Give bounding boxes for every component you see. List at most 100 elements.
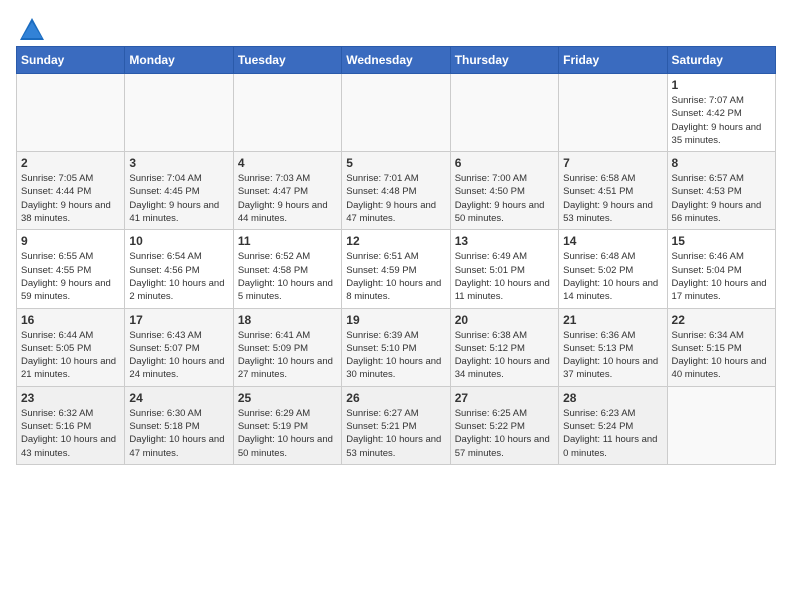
day-number: 22 <box>672 313 771 327</box>
calendar-cell: 1 Sunrise: 7:07 AM Sunset: 4:42 PM Daylig… <box>667 74 775 152</box>
calendar-cell: 13 Sunrise: 6:49 AM Sunset: 5:01 PM Dayli… <box>450 230 558 308</box>
day-info: Sunrise: 6:34 AM Sunset: 5:15 PM Dayligh… <box>672 329 771 382</box>
calendar-header-row: SundayMondayTuesdayWednesdayThursdayFrid… <box>17 47 776 74</box>
day-info: Sunrise: 6:54 AM Sunset: 4:56 PM Dayligh… <box>129 250 228 303</box>
calendar-cell: 22 Sunrise: 6:34 AM Sunset: 5:15 PM Dayli… <box>667 308 775 386</box>
day-number: 6 <box>455 156 554 170</box>
calendar-cell: 16 Sunrise: 6:44 AM Sunset: 5:05 PM Dayli… <box>17 308 125 386</box>
col-header-monday: Monday <box>125 47 233 74</box>
calendar-cell: 21Sunrise: 6:36 AM Sunset: 5:13 PM Dayli… <box>559 308 667 386</box>
day-info: Sunrise: 6:51 AM Sunset: 4:59 PM Dayligh… <box>346 250 445 303</box>
day-info: Sunrise: 6:44 AM Sunset: 5:05 PM Dayligh… <box>21 329 120 382</box>
day-info: Sunrise: 6:57 AM Sunset: 4:53 PM Dayligh… <box>672 172 771 225</box>
logo-icon <box>18 16 46 44</box>
day-info: Sunrise: 6:27 AM Sunset: 5:21 PM Dayligh… <box>346 407 445 460</box>
day-number: 17 <box>129 313 228 327</box>
day-number: 16 <box>21 313 120 327</box>
calendar-cell: 17 Sunrise: 6:43 AM Sunset: 5:07 PM Dayli… <box>125 308 233 386</box>
col-header-saturday: Saturday <box>667 47 775 74</box>
day-number: 8 <box>672 156 771 170</box>
day-number: 3 <box>129 156 228 170</box>
calendar-cell: 11 Sunrise: 6:52 AM Sunset: 4:58 PM Dayli… <box>233 230 341 308</box>
calendar-cell <box>667 386 775 464</box>
day-info: Sunrise: 7:03 AM Sunset: 4:47 PM Dayligh… <box>238 172 337 225</box>
day-info: Sunrise: 6:39 AM Sunset: 5:10 PM Dayligh… <box>346 329 445 382</box>
calendar-cell: 3 Sunrise: 7:04 AM Sunset: 4:45 PM Daylig… <box>125 152 233 230</box>
calendar-cell <box>450 74 558 152</box>
calendar-cell: 19 Sunrise: 6:39 AM Sunset: 5:10 PM Dayli… <box>342 308 450 386</box>
day-info: Sunrise: 6:43 AM Sunset: 5:07 PM Dayligh… <box>129 329 228 382</box>
day-number: 10 <box>129 234 228 248</box>
day-number: 27 <box>455 391 554 405</box>
calendar: SundayMondayTuesdayWednesdayThursdayFrid… <box>16 46 776 465</box>
calendar-cell: 2 Sunrise: 7:05 AM Sunset: 4:44 PM Daylig… <box>17 152 125 230</box>
calendar-cell: 6 Sunrise: 7:00 AM Sunset: 4:50 PM Daylig… <box>450 152 558 230</box>
day-info: Sunrise: 6:58 AM Sunset: 4:51 PM Dayligh… <box>563 172 662 225</box>
day-number: 15 <box>672 234 771 248</box>
day-number: 2 <box>21 156 120 170</box>
day-number: 5 <box>346 156 445 170</box>
day-info: Sunrise: 6:52 AM Sunset: 4:58 PM Dayligh… <box>238 250 337 303</box>
day-number: 18 <box>238 313 337 327</box>
day-number: 9 <box>21 234 120 248</box>
day-info: Sunrise: 6:55 AM Sunset: 4:55 PM Dayligh… <box>21 250 120 303</box>
day-number: 7 <box>563 156 662 170</box>
day-info: Sunrise: 6:25 AM Sunset: 5:22 PM Dayligh… <box>455 407 554 460</box>
calendar-cell <box>342 74 450 152</box>
calendar-cell: 26 Sunrise: 6:27 AM Sunset: 5:21 PM Dayli… <box>342 386 450 464</box>
calendar-cell: 28 Sunrise: 6:23 AM Sunset: 5:24 PM Dayli… <box>559 386 667 464</box>
day-number: 11 <box>238 234 337 248</box>
day-number: 23 <box>21 391 120 405</box>
day-info: Sunrise: 6:30 AM Sunset: 5:18 PM Dayligh… <box>129 407 228 460</box>
day-info: Sunrise: 6:41 AM Sunset: 5:09 PM Dayligh… <box>238 329 337 382</box>
week-row-5: 23 Sunrise: 6:32 AM Sunset: 5:16 PM Dayli… <box>17 386 776 464</box>
day-info: Sunrise: 7:07 AM Sunset: 4:42 PM Dayligh… <box>672 94 771 147</box>
day-number: 14 <box>563 234 662 248</box>
header <box>16 16 776 38</box>
day-info: Sunrise: 7:04 AM Sunset: 4:45 PM Dayligh… <box>129 172 228 225</box>
day-info: Sunrise: 6:38 AM Sunset: 5:12 PM Dayligh… <box>455 329 554 382</box>
day-number: 1 <box>672 78 771 92</box>
day-number: 21 <box>563 313 662 327</box>
day-number: 28 <box>563 391 662 405</box>
calendar-cell: 15 Sunrise: 6:46 AM Sunset: 5:04 PM Dayli… <box>667 230 775 308</box>
day-number: 13 <box>455 234 554 248</box>
day-number: 24 <box>129 391 228 405</box>
day-number: 12 <box>346 234 445 248</box>
calendar-cell: 14 Sunrise: 6:48 AM Sunset: 5:02 PM Dayli… <box>559 230 667 308</box>
calendar-cell: 8 Sunrise: 6:57 AM Sunset: 4:53 PM Daylig… <box>667 152 775 230</box>
calendar-cell: 7 Sunrise: 6:58 AM Sunset: 4:51 PM Daylig… <box>559 152 667 230</box>
calendar-cell: 5Sunrise: 7:01 AM Sunset: 4:48 PM Daylig… <box>342 152 450 230</box>
col-header-tuesday: Tuesday <box>233 47 341 74</box>
day-info: Sunrise: 6:49 AM Sunset: 5:01 PM Dayligh… <box>455 250 554 303</box>
calendar-cell: 20Sunrise: 6:38 AM Sunset: 5:12 PM Dayli… <box>450 308 558 386</box>
day-number: 19 <box>346 313 445 327</box>
week-row-3: 9 Sunrise: 6:55 AM Sunset: 4:55 PM Daylig… <box>17 230 776 308</box>
day-info: Sunrise: 7:05 AM Sunset: 4:44 PM Dayligh… <box>21 172 120 225</box>
day-info: Sunrise: 6:23 AM Sunset: 5:24 PM Dayligh… <box>563 407 662 460</box>
calendar-cell: 4 Sunrise: 7:03 AM Sunset: 4:47 PM Daylig… <box>233 152 341 230</box>
calendar-cell: 9 Sunrise: 6:55 AM Sunset: 4:55 PM Daylig… <box>17 230 125 308</box>
day-info: Sunrise: 6:48 AM Sunset: 5:02 PM Dayligh… <box>563 250 662 303</box>
day-info: Sunrise: 6:46 AM Sunset: 5:04 PM Dayligh… <box>672 250 771 303</box>
week-row-4: 16 Sunrise: 6:44 AM Sunset: 5:05 PM Dayli… <box>17 308 776 386</box>
day-info: Sunrise: 6:32 AM Sunset: 5:16 PM Dayligh… <box>21 407 120 460</box>
calendar-cell: 24 Sunrise: 6:30 AM Sunset: 5:18 PM Dayli… <box>125 386 233 464</box>
day-number: 26 <box>346 391 445 405</box>
col-header-sunday: Sunday <box>17 47 125 74</box>
calendar-cell: 25Sunrise: 6:29 AM Sunset: 5:19 PM Dayli… <box>233 386 341 464</box>
calendar-cell <box>125 74 233 152</box>
col-header-thursday: Thursday <box>450 47 558 74</box>
col-header-friday: Friday <box>559 47 667 74</box>
calendar-cell: 27 Sunrise: 6:25 AM Sunset: 5:22 PM Dayli… <box>450 386 558 464</box>
day-info: Sunrise: 7:00 AM Sunset: 4:50 PM Dayligh… <box>455 172 554 225</box>
logo <box>16 16 46 38</box>
day-number: 4 <box>238 156 337 170</box>
calendar-cell: 10 Sunrise: 6:54 AM Sunset: 4:56 PM Dayli… <box>125 230 233 308</box>
week-row-1: 1 Sunrise: 7:07 AM Sunset: 4:42 PM Daylig… <box>17 74 776 152</box>
week-row-2: 2 Sunrise: 7:05 AM Sunset: 4:44 PM Daylig… <box>17 152 776 230</box>
col-header-wednesday: Wednesday <box>342 47 450 74</box>
day-number: 25 <box>238 391 337 405</box>
calendar-cell: 18 Sunrise: 6:41 AM Sunset: 5:09 PM Dayli… <box>233 308 341 386</box>
calendar-cell <box>559 74 667 152</box>
